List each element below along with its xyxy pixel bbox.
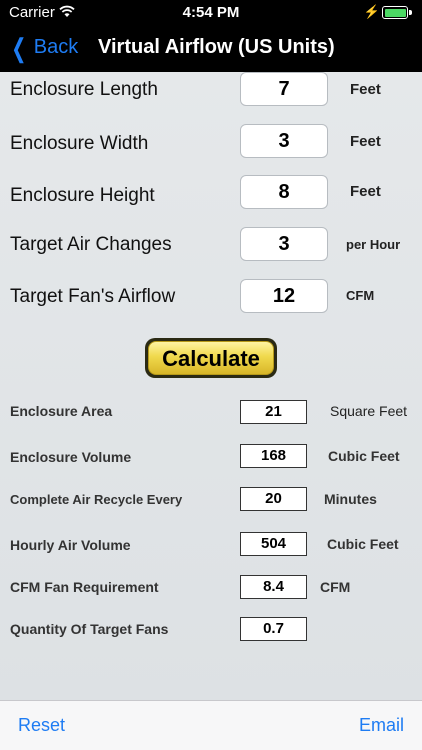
cfm-requirement-unit: CFM (320, 579, 351, 595)
length-input[interactable]: 7 (240, 72, 328, 106)
volume-unit: Cubic Feet (328, 448, 400, 464)
volume-label: Enclosure Volume (10, 449, 132, 465)
page-title: Virtual Airflow (US Units) (98, 36, 335, 58)
recycle-value: 20 (240, 487, 307, 511)
calculate-label: Calculate (148, 341, 274, 375)
hourly-volume-unit: Cubic Feet (327, 536, 399, 552)
back-button[interactable]: ❮ Back (8, 32, 79, 63)
area-unit: Square Feet (330, 403, 408, 419)
recycle-unit: Minutes (324, 491, 377, 507)
air-changes-unit: per Hour (346, 237, 401, 252)
top-bar: Carrier 4:54 PM ⚡ ❮ Back Virtual Airflow… (0, 0, 422, 72)
battery-icon (382, 6, 412, 19)
cfm-requirement-value: 8.4 (240, 575, 307, 599)
area-value: 21 (240, 400, 307, 424)
length-label: Enclosure Length (10, 79, 158, 100)
calculate-button[interactable]: Calculate (145, 338, 277, 378)
email-button[interactable]: Email (359, 715, 404, 736)
fan-airflow-unit: CFM (346, 288, 375, 303)
air-changes-input[interactable]: 3 (240, 227, 328, 261)
cfm-requirement-label: CFM Fan Requirement (10, 579, 159, 595)
fan-quantity-value: 0.7 (240, 617, 307, 641)
status-bar: Carrier 4:54 PM ⚡ (0, 0, 422, 26)
status-time: 4:54 PM (182, 4, 240, 21)
hourly-volume-label: Hourly Air Volume (10, 537, 131, 553)
volume-value: 168 (240, 444, 307, 468)
recycle-label: Complete Air Recycle Every (10, 492, 183, 507)
height-label: Enclosure Height (10, 185, 155, 206)
height-unit: Feet (350, 183, 381, 200)
bottom-toolbar: Reset Email (0, 700, 422, 750)
charging-icon: ⚡ (363, 4, 380, 19)
width-label: Enclosure Width (10, 133, 149, 154)
height-input[interactable]: 8 (240, 175, 328, 209)
air-changes-label: Target Air Changes (10, 234, 172, 255)
fan-airflow-label: Target Fan's Airflow (10, 286, 176, 307)
back-label: Back (33, 36, 79, 58)
hourly-volume-value: 504 (240, 532, 307, 556)
width-unit: Feet (350, 133, 381, 150)
area-label: Enclosure Area (10, 403, 113, 419)
calculator-form: Enclosure Length 7 Feet Enclosure Width … (0, 72, 422, 700)
width-input[interactable]: 3 (240, 124, 328, 158)
navigation-bar: ❮ Back Virtual Airflow (US Units) (0, 26, 422, 72)
length-unit: Feet (350, 81, 381, 98)
chevron-left-icon: ❮ (11, 32, 27, 63)
reset-button[interactable]: Reset (18, 715, 65, 736)
fan-airflow-input[interactable]: 12 (240, 279, 328, 313)
fan-quantity-label: Quantity Of Target Fans (10, 621, 169, 637)
